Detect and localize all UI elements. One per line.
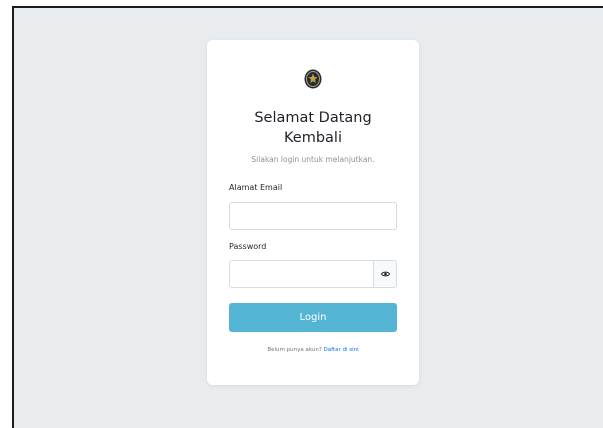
register-link[interactable]: Daftar di sini [323, 347, 358, 353]
email-field[interactable] [229, 202, 397, 230]
password-label: Password [229, 242, 267, 251]
emblem-logo-icon [304, 69, 322, 89]
register-prompt: Belum punya akun? Daftar di sini [207, 347, 419, 353]
login-button[interactable]: Login [229, 303, 397, 332]
password-input-group [229, 260, 397, 288]
email-label: Alamat Email [229, 183, 283, 192]
register-prompt-text: Belum punya akun? [267, 347, 322, 353]
password-toggle-button[interactable] [373, 261, 396, 287]
page-title-line2: Kembali [284, 130, 342, 146]
page-title-line1: Selamat Datang [254, 110, 372, 126]
login-card: Selamat Datang Kembali Silakan login unt… [207, 40, 419, 385]
page-background: Selamat Datang Kembali Silakan login unt… [12, 6, 603, 428]
password-field[interactable] [230, 261, 373, 287]
page-subtitle: Silakan login untuk melanjutkan. [251, 155, 375, 164]
eye-icon [380, 271, 390, 277]
